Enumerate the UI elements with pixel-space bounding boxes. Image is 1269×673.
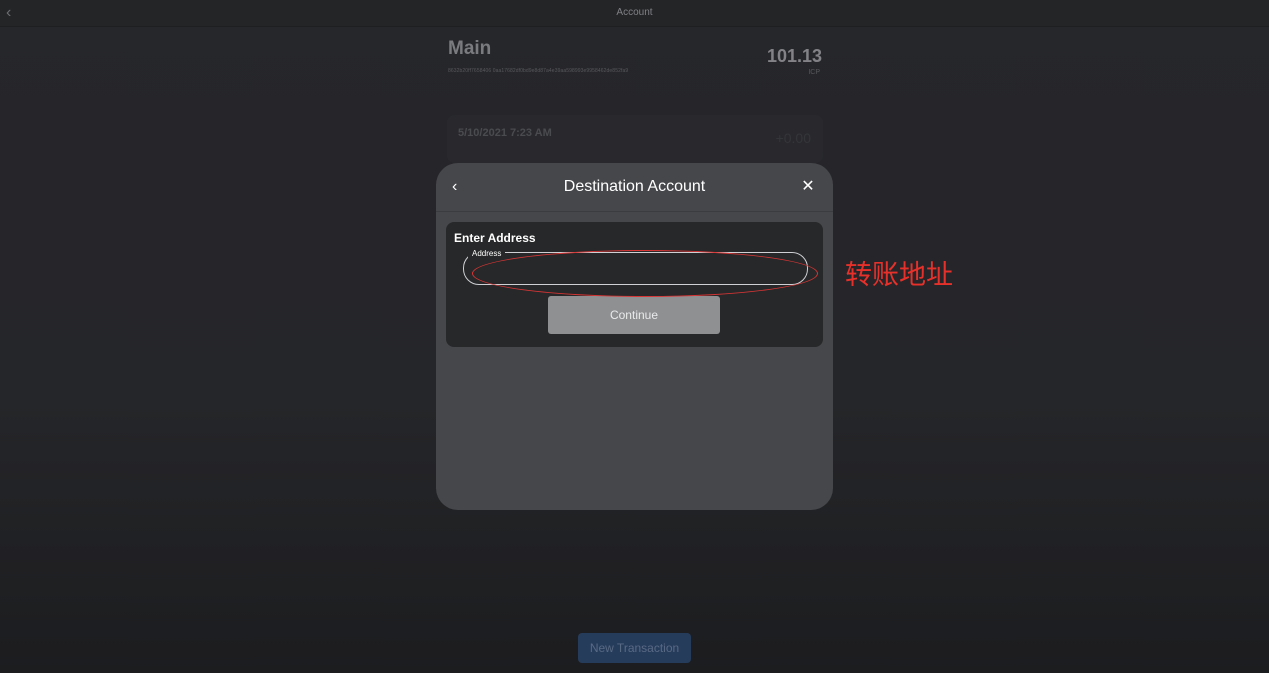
annotation-label: 转账地址	[845, 260, 953, 291]
modal-close-button[interactable]: ✕	[800, 177, 816, 197]
destination-account-modal: ‹ Destination Account ✕ Enter Address Ad…	[436, 163, 833, 510]
panel-heading: Enter Address	[454, 231, 536, 245]
modal-title: Destination Account	[563, 178, 706, 195]
address-field-label: Address	[468, 249, 506, 258]
close-icon: ✕	[801, 178, 815, 195]
annotation-ellipse	[472, 250, 818, 297]
continue-button[interactable]: Continue	[548, 296, 720, 334]
modal-header: ‹ Destination Account ✕	[436, 163, 833, 212]
